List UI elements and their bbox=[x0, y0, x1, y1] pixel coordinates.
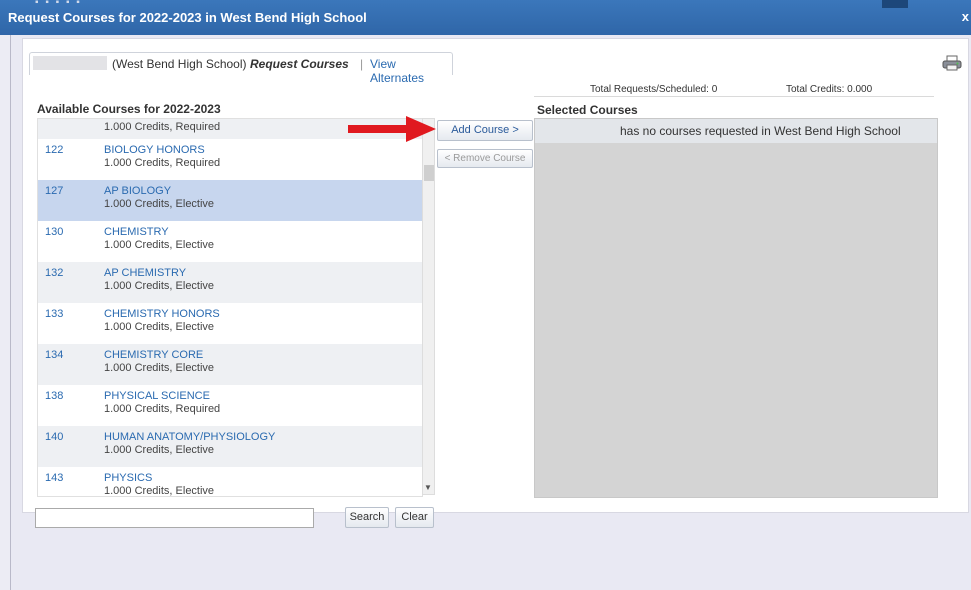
course-number: 133 bbox=[45, 308, 64, 320]
selected-courses-title: Selected Courses bbox=[537, 103, 638, 117]
request-courses-dialog: (West Bend High School) Request Courses … bbox=[22, 38, 969, 528]
list-item-selected[interactable]: 127 AP BIOLOGY 1.000 Credits, Elective bbox=[38, 180, 422, 221]
close-button[interactable]: x bbox=[962, 9, 969, 24]
course-info: 1.000 Credits, Elective bbox=[104, 362, 215, 374]
course-info: 1.000 Credits, Elective bbox=[104, 239, 215, 251]
title-bar-dots: ▪ ▪ ▪ ▪ ▪ bbox=[35, 0, 82, 8]
total-credits: Total Credits: 0.000 bbox=[786, 84, 873, 95]
course-info: 1.000 Credits, Elective bbox=[104, 198, 215, 210]
remove-course-button[interactable]: < Remove Course bbox=[437, 149, 533, 168]
list-item[interactable]: 143 PHYSICS 1.000 Credits, Elective bbox=[38, 467, 422, 497]
tab-school-label: (West Bend High School) bbox=[112, 57, 247, 71]
list-scrollbar[interactable]: ▼ bbox=[422, 118, 435, 495]
course-number: 122 bbox=[45, 144, 64, 156]
selected-courses-panel: has no courses requested in West Bend Hi… bbox=[534, 118, 938, 498]
list-item[interactable]: 133 CHEMISTRY HONORS 1.000 Credits, Elec… bbox=[38, 303, 422, 344]
course-info: 1.000 Credits, Elective bbox=[104, 485, 215, 497]
list-item[interactable]: 138 PHYSICAL SCIENCE 1.000 Credits, Requ… bbox=[38, 385, 422, 426]
scroll-down-arrow-icon[interactable]: ▼ bbox=[424, 483, 432, 492]
clear-button[interactable]: Clear bbox=[395, 507, 434, 528]
course-name[interactable]: CHEMISTRY HONORS bbox=[104, 308, 220, 320]
tab-view-alternates[interactable]: View Alternates bbox=[370, 57, 452, 85]
course-number: 138 bbox=[45, 390, 64, 402]
red-arrow-icon bbox=[348, 116, 436, 142]
scrollbar-thumb[interactable] bbox=[424, 165, 434, 181]
course-search-input[interactable] bbox=[35, 508, 314, 528]
course-info: 1.000 Credits, Elective bbox=[104, 321, 215, 333]
title-bar-decoration bbox=[882, 0, 908, 8]
course-name[interactable]: PHYSICAL SCIENCE bbox=[104, 390, 210, 402]
available-courses-title: Available Courses for 2022-2023 bbox=[37, 102, 221, 116]
list-item[interactable]: 132 AP CHEMISTRY 1.000 Credits, Elective bbox=[38, 262, 422, 303]
total-requests-scheduled: Total Requests/Scheduled: 0 bbox=[590, 84, 718, 95]
course-info: 1.000 Credits, Required bbox=[104, 121, 221, 133]
tab-bar: (West Bend High School) Request Courses … bbox=[29, 52, 453, 85]
course-info: 1.000 Credits, Required bbox=[104, 157, 221, 169]
course-number: 127 bbox=[45, 185, 64, 197]
tab-request-courses[interactable]: Request Courses bbox=[250, 57, 349, 71]
list-item[interactable]: 122 BIOLOGY HONORS 1.000 Credits, Requir… bbox=[38, 139, 422, 180]
student-name-redacted bbox=[33, 56, 107, 70]
course-name[interactable]: CHEMISTRY bbox=[104, 226, 169, 238]
course-number: 134 bbox=[45, 349, 64, 361]
printer-icon[interactable] bbox=[942, 55, 962, 71]
course-info: 1.000 Credits, Elective bbox=[104, 280, 215, 292]
list-item[interactable]: 130 CHEMISTRY 1.000 Credits, Elective bbox=[38, 221, 422, 262]
course-name[interactable]: PHYSICS bbox=[104, 472, 152, 484]
course-name[interactable]: BIOLOGY HONORS bbox=[104, 144, 205, 156]
tab-separator: | bbox=[360, 57, 364, 71]
search-button[interactable]: Search bbox=[345, 507, 389, 528]
course-name[interactable]: AP BIOLOGY bbox=[104, 185, 171, 197]
course-number: 143 bbox=[45, 472, 64, 484]
course-number: 130 bbox=[45, 226, 64, 238]
window-title: Request Courses for 2022-2023 in West Be… bbox=[8, 10, 367, 25]
list-item[interactable]: 134 CHEMISTRY CORE 1.000 Credits, Electi… bbox=[38, 344, 422, 385]
left-frame-edge bbox=[0, 35, 11, 590]
no-courses-message: has no courses requested in West Bend Hi… bbox=[535, 119, 937, 143]
course-number: 140 bbox=[45, 431, 64, 443]
course-name[interactable]: HUMAN ANATOMY/PHYSIOLOGY bbox=[104, 431, 275, 443]
list-item[interactable]: 140 HUMAN ANATOMY/PHYSIOLOGY 1.000 Credi… bbox=[38, 426, 422, 467]
available-courses-list[interactable]: 1.000 Credits, Required 122 BIOLOGY HONO… bbox=[37, 118, 423, 497]
totals-bar: Total Requests/Scheduled: 0 Total Credit… bbox=[590, 84, 872, 95]
add-course-button[interactable]: Add Course > bbox=[437, 120, 533, 141]
window-title-bar: ▪ ▪ ▪ ▪ ▪ Request Courses for 2022-2023 … bbox=[0, 0, 971, 35]
totals-divider bbox=[534, 96, 934, 97]
course-info: 1.000 Credits, Elective bbox=[104, 444, 215, 456]
course-name[interactable]: AP CHEMISTRY bbox=[104, 267, 186, 279]
course-number: 132 bbox=[45, 267, 64, 279]
course-info: 1.000 Credits, Required bbox=[104, 403, 221, 415]
course-name[interactable]: CHEMISTRY CORE bbox=[104, 349, 203, 361]
